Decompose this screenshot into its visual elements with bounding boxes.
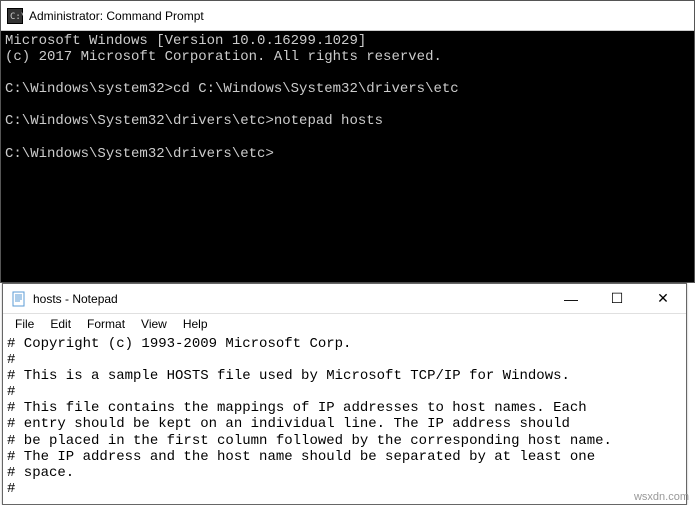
np-line: # Copyright (c) 1993-2009 Microsoft Corp… xyxy=(7,336,351,352)
cmd-line: (c) 2017 Microsoft Corporation. All righ… xyxy=(5,49,442,65)
cmd-icon: C:\ xyxy=(7,8,23,24)
cmd-line: C:\Windows\System32\drivers\etc>notepad … xyxy=(5,113,383,129)
cmd-line: C:\Windows\system32>cd C:\Windows\System… xyxy=(5,81,459,97)
np-line: # The IP address and the host name shoul… xyxy=(7,449,595,465)
svg-text:C:\: C:\ xyxy=(10,12,23,22)
np-line: # entry should be kept on an individual … xyxy=(7,416,570,432)
np-line: # space. xyxy=(7,465,74,481)
notepad-icon xyxy=(11,291,27,307)
menu-view[interactable]: View xyxy=(133,315,175,333)
cmd-title: Administrator: Command Prompt xyxy=(29,9,204,23)
cmd-terminal-body[interactable]: Microsoft Windows [Version 10.0.16299.10… xyxy=(1,31,694,282)
window-controls: — ☐ ✕ xyxy=(548,284,686,313)
notepad-titlebar[interactable]: hosts - Notepad — ☐ ✕ xyxy=(3,284,686,314)
menu-file[interactable]: File xyxy=(7,315,42,333)
notepad-window: hosts - Notepad — ☐ ✕ File Edit Format V… xyxy=(2,283,687,505)
notepad-title: hosts - Notepad xyxy=(33,292,118,306)
cmd-line: C:\Windows\System32\drivers\etc> xyxy=(5,146,274,162)
notepad-menubar: File Edit Format View Help xyxy=(3,314,686,334)
cmd-titlebar[interactable]: C:\ Administrator: Command Prompt xyxy=(1,1,694,31)
minimize-button[interactable]: — xyxy=(548,284,594,313)
menu-format[interactable]: Format xyxy=(79,315,133,333)
maximize-button[interactable]: ☐ xyxy=(594,284,640,313)
close-button[interactable]: ✕ xyxy=(640,284,686,313)
watermark: wsxdn.com xyxy=(634,491,689,503)
command-prompt-window: C:\ Administrator: Command Prompt Micros… xyxy=(0,0,695,283)
np-line: # This is a sample HOSTS file used by Mi… xyxy=(7,368,570,384)
cmd-line: Microsoft Windows [Version 10.0.16299.10… xyxy=(5,33,366,49)
np-line: # xyxy=(7,352,15,368)
notepad-title-left: hosts - Notepad xyxy=(3,291,548,307)
np-line: # be placed in the first column followed… xyxy=(7,433,612,449)
np-line: # This file contains the mappings of IP … xyxy=(7,400,587,416)
notepad-text-area[interactable]: # Copyright (c) 1993-2009 Microsoft Corp… xyxy=(3,334,686,504)
menu-help[interactable]: Help xyxy=(175,315,216,333)
menu-edit[interactable]: Edit xyxy=(42,315,79,333)
np-line: # xyxy=(7,384,15,400)
np-line: # xyxy=(7,481,15,497)
